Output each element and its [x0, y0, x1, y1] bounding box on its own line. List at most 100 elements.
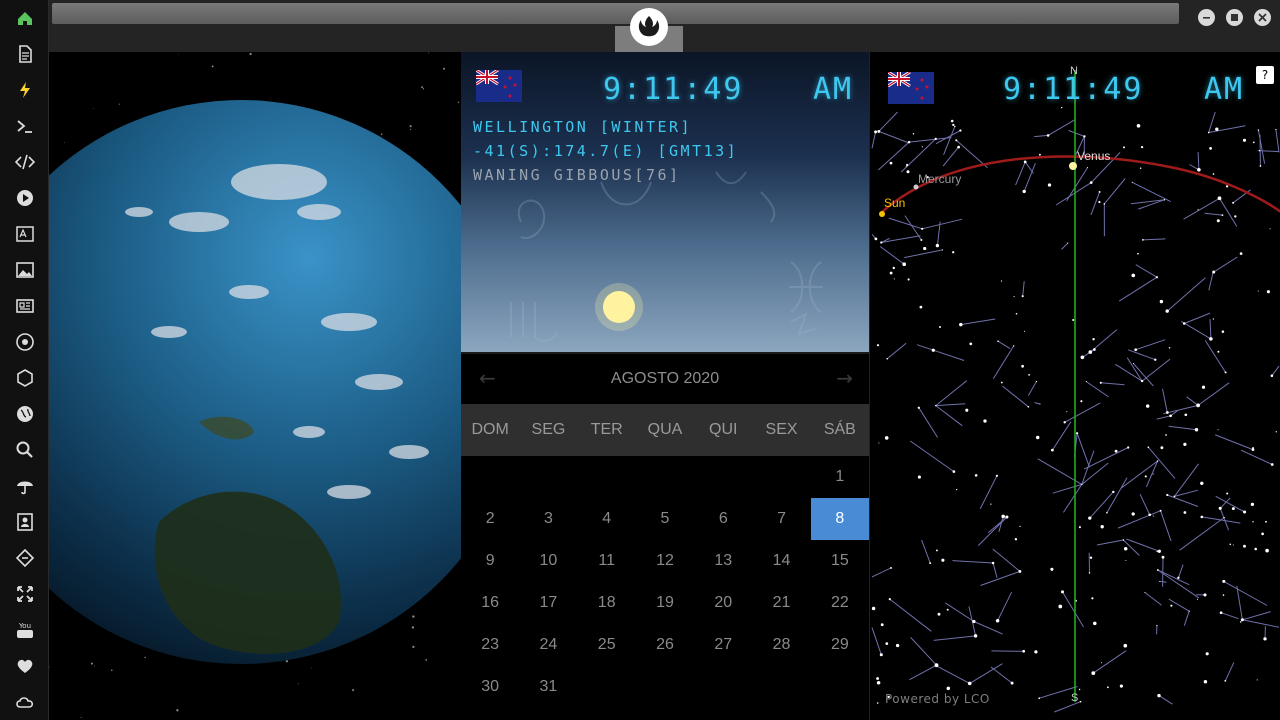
world-clock: 9:11:49 AM WELLINGTON [WINTER] -41(S):17… — [461, 52, 869, 352]
terminal-icon — [16, 120, 32, 133]
sidebar-item-document[interactable] — [0, 36, 49, 72]
calendar-day[interactable]: 21 — [752, 582, 810, 624]
sidebar-item-cloud[interactable] — [0, 684, 49, 720]
image-icon — [15, 262, 34, 278]
next-month-button[interactable]: → — [836, 366, 853, 390]
sidebar-item-globe[interactable] — [0, 396, 49, 432]
sidebar-item-diamond-link[interactable] — [0, 540, 49, 576]
sidebar-item-newspaper[interactable] — [0, 288, 49, 324]
sidebar-item-hexagon[interactable] — [0, 360, 49, 396]
sidebar-item-youtube[interactable]: You — [0, 612, 49, 648]
south-label: S — [1071, 692, 1079, 704]
calendar-day[interactable]: 7 — [752, 498, 810, 540]
calendar-day[interactable]: 11 — [578, 540, 636, 582]
calendar-day[interactable]: 18 — [578, 582, 636, 624]
calendar-day[interactable]: 30 — [461, 666, 519, 708]
lightning-icon — [19, 82, 30, 98]
weekday-label: QUI — [709, 421, 738, 438]
weekday-label: DOM — [471, 421, 509, 438]
calendar-day[interactable]: 17 — [519, 582, 577, 624]
calendar-month-label: AGOSTO 2020 — [610, 370, 720, 387]
earth-view[interactable] — [49, 52, 461, 720]
weekday-label: TER — [590, 421, 623, 438]
mercury-label: Mercury — [918, 172, 962, 186]
sidebar-item-code[interactable] — [0, 144, 49, 180]
calendar-day[interactable]: 9 — [461, 540, 519, 582]
sky-clock-ampm: AM — [1204, 72, 1245, 107]
maximize-button[interactable] — [1226, 9, 1243, 26]
newspaper-icon — [15, 299, 34, 313]
sidebar-item-rebel-alliance[interactable] — [0, 324, 49, 360]
sidebar: You — [0, 0, 49, 720]
code-icon — [14, 154, 35, 170]
weekday-header: DOM SEG TER QUA QUI SEX SÁB — [461, 404, 869, 456]
sidebar-item-lightning[interactable] — [0, 72, 49, 108]
svg-text:You: You — [17, 622, 30, 630]
sidebar-item-contacts[interactable] — [0, 504, 49, 540]
help-button[interactable]: ? — [1256, 66, 1274, 84]
calendar-day[interactable]: 13 — [694, 540, 752, 582]
diamond-link-icon — [15, 548, 34, 568]
close-button[interactable] — [1254, 9, 1271, 26]
weekday-label: SEG — [531, 421, 566, 438]
minimize-button[interactable] — [1198, 9, 1215, 26]
sidebar-item-heart[interactable] — [0, 648, 49, 684]
document-icon — [18, 45, 32, 63]
calendar-day[interactable]: 2 — [461, 498, 519, 540]
calendar-day[interactable]: 1 — [811, 456, 869, 498]
star-map[interactable]: 9:11:49 AM N S Sun Mercury Venus ? Power… — [869, 52, 1280, 720]
sidebar-item-home[interactable] — [0, 0, 49, 36]
calendar-day[interactable]: 22 — [811, 582, 869, 624]
calendar-day[interactable]: 12 — [636, 540, 694, 582]
calendar-day[interactable]: 28 — [752, 624, 810, 666]
sidebar-item-terminal[interactable] — [0, 108, 49, 144]
rebel-alliance-logo-icon — [630, 8, 668, 46]
sidebar-item-search[interactable] — [0, 432, 49, 468]
top-bar — [49, 0, 1280, 52]
heart-icon — [17, 659, 32, 673]
calendar-day[interactable]: 4 — [578, 498, 636, 540]
sidebar-item-umbrella[interactable] — [0, 468, 49, 504]
calendar-day[interactable]: 14 — [752, 540, 810, 582]
calendar-day[interactable]: 19 — [636, 582, 694, 624]
sidebar-item-play[interactable] — [0, 180, 49, 216]
calendar-day[interactable]: 16 — [461, 582, 519, 624]
calendar-day[interactable]: 27 — [694, 624, 752, 666]
home-icon — [17, 12, 32, 25]
calendar-day[interactable]: 5 — [636, 498, 694, 540]
cloud-icon — [15, 697, 33, 708]
search-icon — [16, 441, 33, 458]
north-label: N — [1070, 65, 1078, 77]
calendar-day[interactable]: 25 — [578, 624, 636, 666]
address-bar[interactable] — [52, 3, 1179, 24]
calendar-day[interactable]: 3 — [519, 498, 577, 540]
venus-label: Venus — [1077, 149, 1111, 163]
sun-marker — [879, 211, 885, 217]
calendar-day[interactable]: 15 — [811, 540, 869, 582]
calendar-day[interactable]: 20 — [694, 582, 752, 624]
youtube-icon: You — [16, 622, 33, 638]
sidebar-item-image[interactable] — [0, 252, 49, 288]
weekday-label: SÁB — [823, 421, 856, 438]
calendar-day[interactable]: 29 — [811, 624, 869, 666]
calendar-day-selected[interactable]: 8 — [810, 498, 869, 540]
sun-label: Sun — [884, 196, 906, 210]
calendar-day[interactable]: 23 — [461, 624, 519, 666]
sidebar-item-translate[interactable] — [0, 216, 49, 252]
umbrella-icon — [16, 481, 33, 495]
calendar-day[interactable]: 10 — [519, 540, 577, 582]
zodiac-background — [510, 171, 823, 343]
contacts-icon — [16, 513, 33, 531]
calendar-day[interactable]: 24 — [519, 624, 577, 666]
expand-icon — [16, 586, 33, 602]
prev-month-button[interactable]: ← — [479, 366, 496, 390]
calendar-day[interactable]: 26 — [636, 624, 694, 666]
powered-by-label: Powered by LCO — [885, 692, 990, 706]
sun-icon — [603, 291, 635, 323]
venus-marker — [1069, 162, 1077, 170]
calendar-header: AGOSTO 2020 — [461, 354, 869, 404]
calendar-day[interactable]: 31 — [519, 666, 577, 708]
globe-icon — [16, 406, 33, 422]
sidebar-item-expand[interactable] — [0, 576, 49, 612]
calendar-day[interactable]: 6 — [694, 498, 752, 540]
